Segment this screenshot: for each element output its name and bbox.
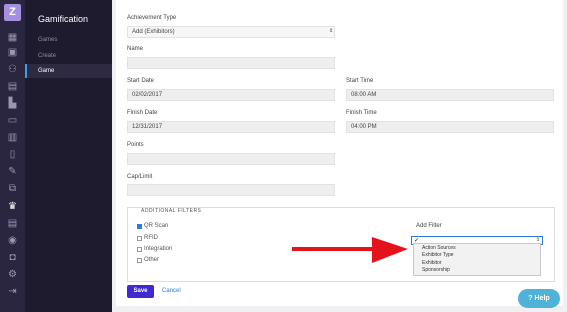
add-filter-options: Action Sources Exhibitor Type Exhibitor … xyxy=(413,243,541,276)
help-label: Help xyxy=(534,295,550,302)
trophy-icon[interactable]: ♛ xyxy=(6,201,19,212)
option-action-sources[interactable]: Action Sources xyxy=(422,245,456,251)
add-filter-label: Add Filter xyxy=(416,223,442,229)
sidebar: Gamification Games Create xyxy=(25,0,112,312)
sidebar-item-create[interactable]: Create xyxy=(38,53,56,59)
other-checkbox[interactable] xyxy=(137,258,142,263)
finish-time-field[interactable]: 04:00 PM xyxy=(346,121,554,133)
grid-icon[interactable]: ▤ xyxy=(6,81,19,92)
achievement-type-select[interactable]: Add (Exhibitors) xyxy=(127,26,335,38)
achievement-type-label: Achievement Type xyxy=(127,15,177,21)
document-icon[interactable]: ▯ xyxy=(6,149,19,160)
red-arrow-icon xyxy=(292,237,408,263)
sidebar-title: Gamification xyxy=(38,14,89,24)
logout-icon[interactable]: ⇥ xyxy=(6,286,19,297)
points-field[interactable] xyxy=(127,153,335,165)
users-icon[interactable]: ⚇ xyxy=(6,64,19,75)
toggle-icon[interactable]: ◉ xyxy=(6,235,19,246)
list-icon[interactable]: ▤ xyxy=(6,218,19,229)
integration-checkbox[interactable] xyxy=(137,247,142,252)
building-icon[interactable]: ▙ xyxy=(6,98,19,109)
start-time-field[interactable]: 08:00 AM xyxy=(346,89,554,101)
cap-limit-label: Cap/Limit xyxy=(127,174,153,180)
name-label: Name xyxy=(127,46,144,52)
copy-icon[interactable]: ⧉ xyxy=(6,183,19,194)
help-button[interactable]: ? Help xyxy=(518,289,560,308)
finish-date-label: Finish Date xyxy=(127,110,158,116)
sidebar-item-label: Game xyxy=(38,68,55,74)
integration-label: Integration xyxy=(144,246,173,252)
additional-filters-title: ADDITIONAL FILTERS xyxy=(139,208,204,214)
image-icon[interactable]: ▣ xyxy=(6,47,19,58)
sidebar-item-games[interactable]: Games xyxy=(38,37,57,43)
qr-scan-label: QR Scan xyxy=(144,223,169,229)
qr-scan-checkbox[interactable] xyxy=(137,224,142,229)
sidebar-item-game[interactable]: Game xyxy=(25,64,112,78)
icon-bar: Z ▦ ▣ ⚇ ▤ ▙ ▭ ▥ ▯ ✎ ⧉ ♛ ▤ ◉ ◘ ⚙ ⇥ xyxy=(0,0,25,312)
rfid-checkbox[interactable] xyxy=(137,236,142,241)
calendar-icon[interactable]: ▦ xyxy=(6,32,19,43)
start-date-field[interactable]: 02/02/2017 xyxy=(127,89,335,101)
select-chevron-icon: ⇕ xyxy=(329,28,334,34)
presentation-icon[interactable]: ▭ xyxy=(6,115,19,126)
save-button[interactable]: Save xyxy=(127,285,154,298)
badge-icon[interactable]: ◘ xyxy=(6,252,19,263)
table-icon[interactable]: ▥ xyxy=(6,132,19,143)
cancel-button[interactable]: Cancel xyxy=(162,288,181,294)
option-sponsorship[interactable]: Sponsorship xyxy=(422,267,450,273)
finish-date-field[interactable]: 12/31/2017 xyxy=(127,121,335,133)
other-label: Other xyxy=(144,257,160,263)
name-field[interactable] xyxy=(127,57,335,69)
settings-icon[interactable]: ⚙ xyxy=(6,269,19,280)
rfid-label: RFID xyxy=(144,235,158,241)
cap-limit-field[interactable] xyxy=(127,184,335,196)
points-label: Points xyxy=(127,142,144,148)
question-icon: ? xyxy=(528,295,533,302)
option-exhibitor[interactable]: Exhibitor xyxy=(422,260,441,266)
wrench-icon[interactable]: ✎ xyxy=(6,166,19,177)
finish-time-label: Finish Time xyxy=(346,110,377,116)
app-logo[interactable]: Z xyxy=(4,4,21,21)
start-time-label: Start Time xyxy=(346,78,374,84)
start-date-label: Start Date xyxy=(127,78,155,84)
option-exhibitor-type[interactable]: Exhibitor Type xyxy=(422,252,454,258)
